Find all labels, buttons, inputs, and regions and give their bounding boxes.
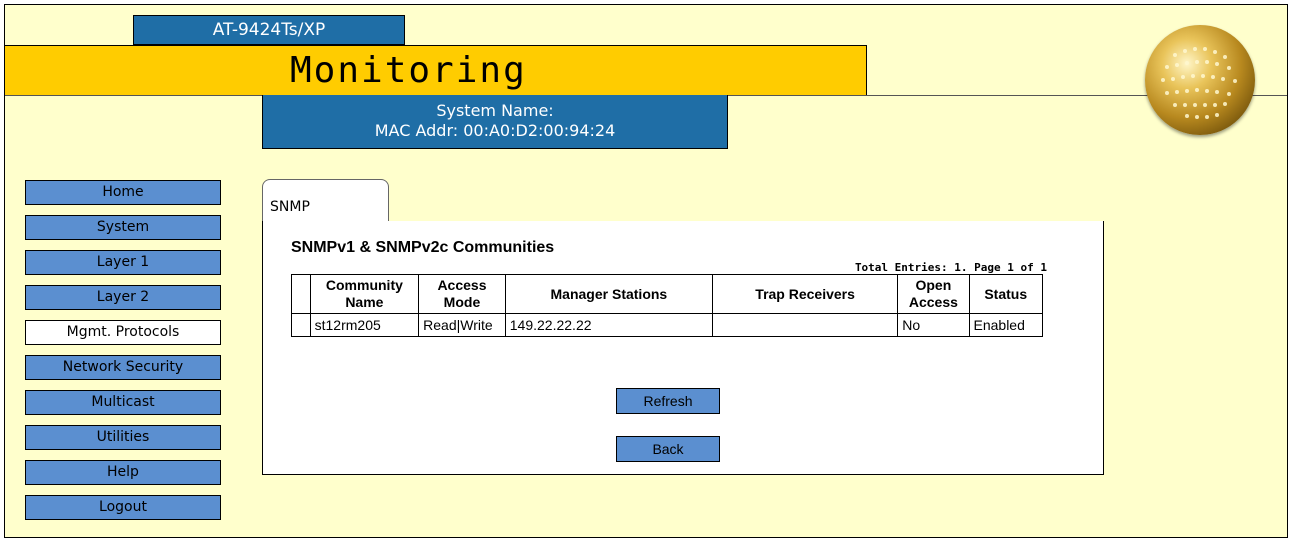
cell-access-mode: Read|Write: [418, 313, 506, 337]
sidebar-item-multicast[interactable]: Multicast: [25, 390, 221, 415]
col-access-mode: Access Mode: [418, 274, 506, 314]
page: AT-9424Ts/XP Monitoring System Name: MAC…: [4, 4, 1288, 538]
snmp-panel: SNMPv1 & SNMPv2c Communities Total Entri…: [262, 221, 1104, 475]
page-title: Monitoring: [290, 50, 527, 91]
title-banner: Monitoring: [5, 45, 867, 96]
globe-pattern-icon: [1161, 47, 1237, 119]
col-trap-receivers: Trap Receivers: [711, 274, 899, 314]
tab-snmp[interactable]: SNMP: [262, 179, 389, 223]
cell-manager-stations: 149.22.22.22: [504, 313, 713, 337]
sidebar-item-help[interactable]: Help: [25, 460, 221, 485]
system-name-label: System Name:: [436, 101, 554, 120]
sidebar-item-network-security[interactable]: Network Security: [25, 355, 221, 380]
sidebar-item-layer1[interactable]: Layer 1: [25, 250, 221, 275]
cell-open-access: No: [897, 313, 970, 337]
sidebar-item-layer2[interactable]: Layer 2: [25, 285, 221, 310]
cell-status: Enabled: [968, 313, 1043, 337]
sidebar-item-mgmt-protocols[interactable]: Mgmt. Protocols: [25, 320, 221, 345]
col-community-name: Community Name: [309, 274, 420, 314]
model-label: AT-9424Ts/XP: [133, 15, 405, 45]
communities-table: Community Name Access Mode Manager Stati…: [291, 274, 1043, 337]
table-header-row: Community Name Access Mode Manager Stati…: [291, 274, 1043, 314]
sidebar-item-utilities[interactable]: Utilities: [25, 425, 221, 450]
mac-address: MAC Addr: 00:A0:D2:00:94:24: [374, 121, 616, 140]
col-status: Status: [968, 274, 1043, 314]
select-column-header: [291, 274, 311, 314]
total-entries: Total Entries: 1. Page 1 of 1: [854, 261, 1047, 274]
col-manager-stations: Manager Stations: [504, 274, 713, 314]
cell-trap-receivers: [711, 313, 899, 337]
refresh-button[interactable]: Refresh: [616, 388, 720, 414]
col-open-access: Open Access: [897, 274, 970, 314]
globe-logo-icon: [1145, 25, 1255, 135]
sidebar-item-logout[interactable]: Logout: [25, 495, 221, 520]
sidebar-item-home[interactable]: Home: [25, 180, 221, 205]
cell-community-name: st12rm205: [309, 313, 420, 337]
system-info-box: System Name: MAC Addr: 00:A0:D2:00:94:24: [262, 95, 728, 149]
back-button[interactable]: Back: [616, 436, 720, 462]
table-row[interactable]: st12rm205 Read|Write 149.22.22.22 No Ena…: [291, 313, 1043, 337]
sidebar-item-system[interactable]: System: [25, 215, 221, 240]
sidebar-nav: Home System Layer 1 Layer 2 Mgmt. Protoc…: [25, 180, 221, 530]
section-title: SNMPv1 & SNMPv2c Communities: [291, 239, 555, 256]
row-select-cell[interactable]: [291, 313, 311, 337]
